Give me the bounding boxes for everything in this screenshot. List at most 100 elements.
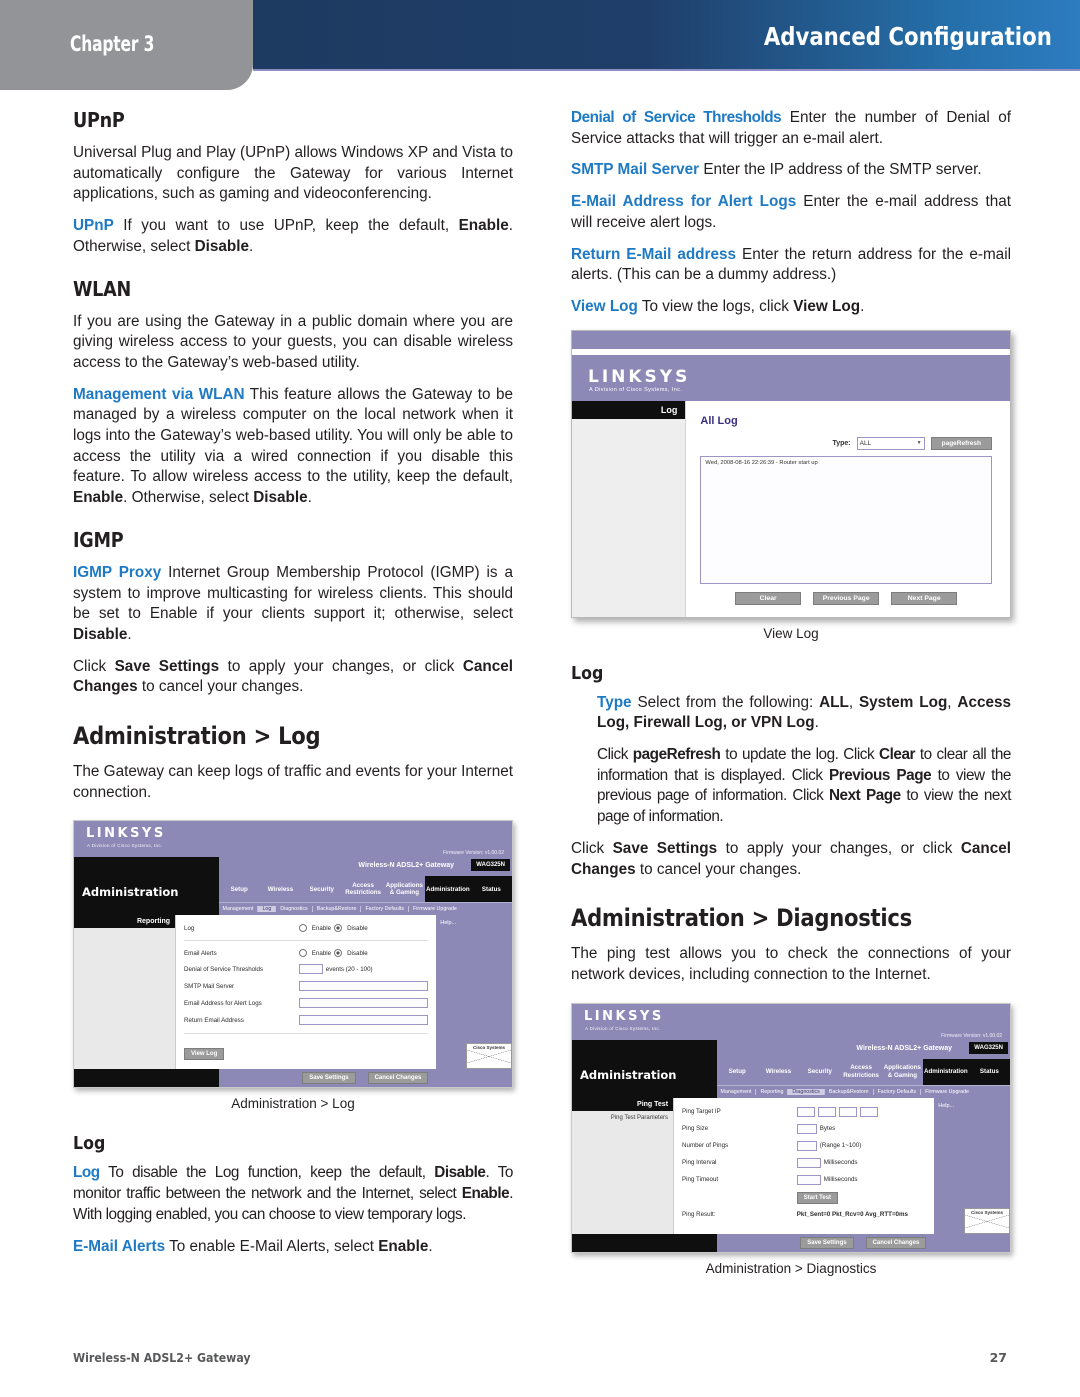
input-ip-octet-3[interactable] [838,1106,857,1117]
radio-log-disable[interactable] [334,924,343,933]
button-cancel-changes[interactable]: Cancel Changes [367,1072,429,1085]
text-ea-a: To enable E-Mail Alerts, select [165,1237,379,1255]
ui2-top-bar [572,330,1010,349]
ui-tab-wireless-diag[interactable]: Wireless [758,1068,799,1076]
ui-footer-wrap: Save Settings Cancel Changes [74,1069,512,1088]
ui-subtab-factory-defaults-diag[interactable]: Factory Defaults [874,1088,922,1095]
button-cancel-changes-diag[interactable]: Cancel Changes [865,1236,927,1249]
chevron-down-icon: ▼ [916,440,922,447]
ui-subtab-log[interactable]: Log [258,906,277,913]
figure-view-log: LINKSYS A Division of Cisco Systems, Inc… [571,329,1011,641]
select-log-type[interactable]: ALL ▼ [856,436,925,450]
paragraph-email-alert-logs: E-Mail Address for Alert Logs Enter the … [571,192,1011,233]
ui-subtab-reporting-diag[interactable]: Reporting [756,1088,789,1095]
input-smtp-mail-server[interactable] [298,981,429,992]
text-p3-b: to apply your changes, or click [717,839,961,857]
button-page-refresh[interactable]: pageRefresh [930,436,992,450]
radio-email-alerts-enable[interactable] [298,949,307,958]
radio-log-enable[interactable] [298,924,307,933]
ui-tab-applications-gaming[interactable]: Applications & Gaming [384,882,425,897]
ui-subtab-management-diag[interactable]: Management [717,1088,757,1095]
ui-field-ping-target-ip: Ping Target IP [682,1106,926,1117]
term-upnp: UPnP [73,217,114,235]
ui-sidebar: Reporting [74,915,177,1070]
button-save-settings-diag[interactable]: Save Settings [800,1236,854,1249]
bold-system-log: System Log [858,693,948,711]
ui-subtab-management[interactable]: Management [219,906,259,913]
ui-model-name-diag: Wireless-N ADSL2+ Gateway [856,1044,952,1052]
ui-model-code-diag: WAG325N [969,1041,1008,1054]
ui-subtab-firmware-upgrade-diag[interactable]: Firmware Upgrade [921,1089,973,1095]
input-ip-octet-2[interactable] [817,1106,836,1117]
ui-tab-status-diag[interactable]: Status [968,1058,1010,1085]
ui-footer-wrap-diag: Save Settings Cancel Changes [572,1233,1010,1252]
ui-tab-security[interactable]: Security [301,886,342,894]
ui-subtab-firmware-upgrade[interactable]: Firmware Upgrade [409,906,461,912]
button-previous-page[interactable]: Previous Page [813,591,880,605]
ui-subtab-backup-restore-diag[interactable]: Backup&Restore [825,1088,874,1095]
chapter-label: Chapter 3 [70,32,155,56]
button-clear[interactable]: Clear [735,591,802,605]
input-ping-interval[interactable] [796,1157,821,1168]
input-ip-octet-4[interactable] [859,1106,878,1117]
button-view-log[interactable]: View Log [184,1048,225,1061]
paragraph-admin-log: The Gateway can keep logs of traffic and… [73,763,513,801]
bold-save-settings: Save Settings [114,657,220,675]
heading-administration-log: Administration > Log [73,722,321,751]
input-alert-email[interactable] [298,998,429,1009]
input-ping-timeout[interactable] [796,1174,821,1185]
ui-tab-setup-diag[interactable]: Setup [717,1068,758,1076]
ui-field-ping-size: Ping Size Bytes [682,1123,926,1134]
ui-tab-access-restrictions[interactable]: Access Restrictions [342,882,383,897]
paragraph-igmp-save: Click Save Settings to apply your change… [73,657,513,698]
ui-label-number-of-pings: Number of Pings [682,1142,729,1150]
input-dos-thresholds[interactable] [298,964,323,975]
ui-control-ping-interval: Milliseconds [796,1157,926,1168]
input-number-of-pings[interactable] [796,1140,817,1151]
ui-subtab-diagnostics-diag[interactable]: Diagnostics [788,1088,825,1095]
ui-tab-setup[interactable]: Setup [219,886,260,894]
paragraph-view-log: View Log To view the logs, click View Lo… [571,297,1011,318]
ui-tab-wireless[interactable]: Wireless [260,886,301,894]
ui-control-email-alerts: Enable Disable [298,949,428,958]
ui2-title-all-log: All Log [700,414,738,427]
term-management-via-wlan: Management via WLAN [73,385,245,403]
ui-tab-security-diag[interactable]: Security [799,1068,840,1076]
ui-control-ping-timeout: Milliseconds [796,1174,926,1185]
ui2-body: Log All Log Type: ALL ▼ pageRefresh Wed,… [572,400,1010,617]
ui-field-email-alerts: Email Alerts Enable Disable [184,949,428,958]
ui-tab-access-restrictions-diag[interactable]: Access Restrictions [840,1064,881,1079]
input-ip-octet-1[interactable] [796,1106,815,1117]
bold-ea-enable: Enable [378,1237,429,1255]
ui-tab-bar-diag: Setup Wireless Security Access Restricti… [716,1058,1010,1085]
ui-suffix-ping-size: Bytes [819,1125,836,1133]
ui-subtab-backup-restore[interactable]: Backup&Restore [313,906,362,913]
ui-tab-administration-diag[interactable]: Administration [923,1058,969,1085]
radio-email-alerts-disable[interactable] [334,949,343,958]
ui-tab-applications-gaming-diag[interactable]: Applications & Gaming [882,1064,923,1079]
cisco-systems-logo-diag: Cisco Systems [964,1207,1010,1234]
ui-control-return-email [298,1015,429,1026]
ui-control-alert-email [298,998,429,1009]
bold-log-enable: Enable [461,1185,510,1203]
button-next-page[interactable]: Next Page [891,591,958,605]
ui-tab-administration[interactable]: Administration [425,876,471,903]
heading-log-right: Log [571,662,604,684]
ui-sidebar-heading-reporting: Reporting [74,915,176,929]
ui-label-ping-timeout: Ping Timeout [682,1176,719,1184]
ui-subtab-factory-defaults[interactable]: Factory Defaults [361,906,410,913]
text-view-log-b: . [860,297,865,315]
cisco-logo-bars-diag [965,1214,1009,1228]
ui-subtab-diagnostics[interactable]: Diagnostics [276,906,313,913]
log-text-area[interactable]: Wed, 2008-08-16 22:26:39 - Router start … [700,455,992,584]
input-return-email[interactable] [298,1015,429,1026]
button-start-test[interactable]: Start Test [796,1191,839,1204]
ui-label-ea-disable: Disable [347,949,368,957]
input-ping-size[interactable] [796,1123,817,1134]
ui-tab-status[interactable]: Status [470,876,512,903]
ui-model-row: Wireless-N ADSL2+ Gateway WAG325N [218,857,512,877]
page-header: Advanced Configuration Chapter 3 [0,0,1080,90]
ui-nav-block: Administration Wireless-N ADSL2+ Gateway… [74,857,512,916]
text-view-log-a: To view the logs, click [637,297,794,315]
button-save-settings[interactable]: Save Settings [302,1072,356,1085]
